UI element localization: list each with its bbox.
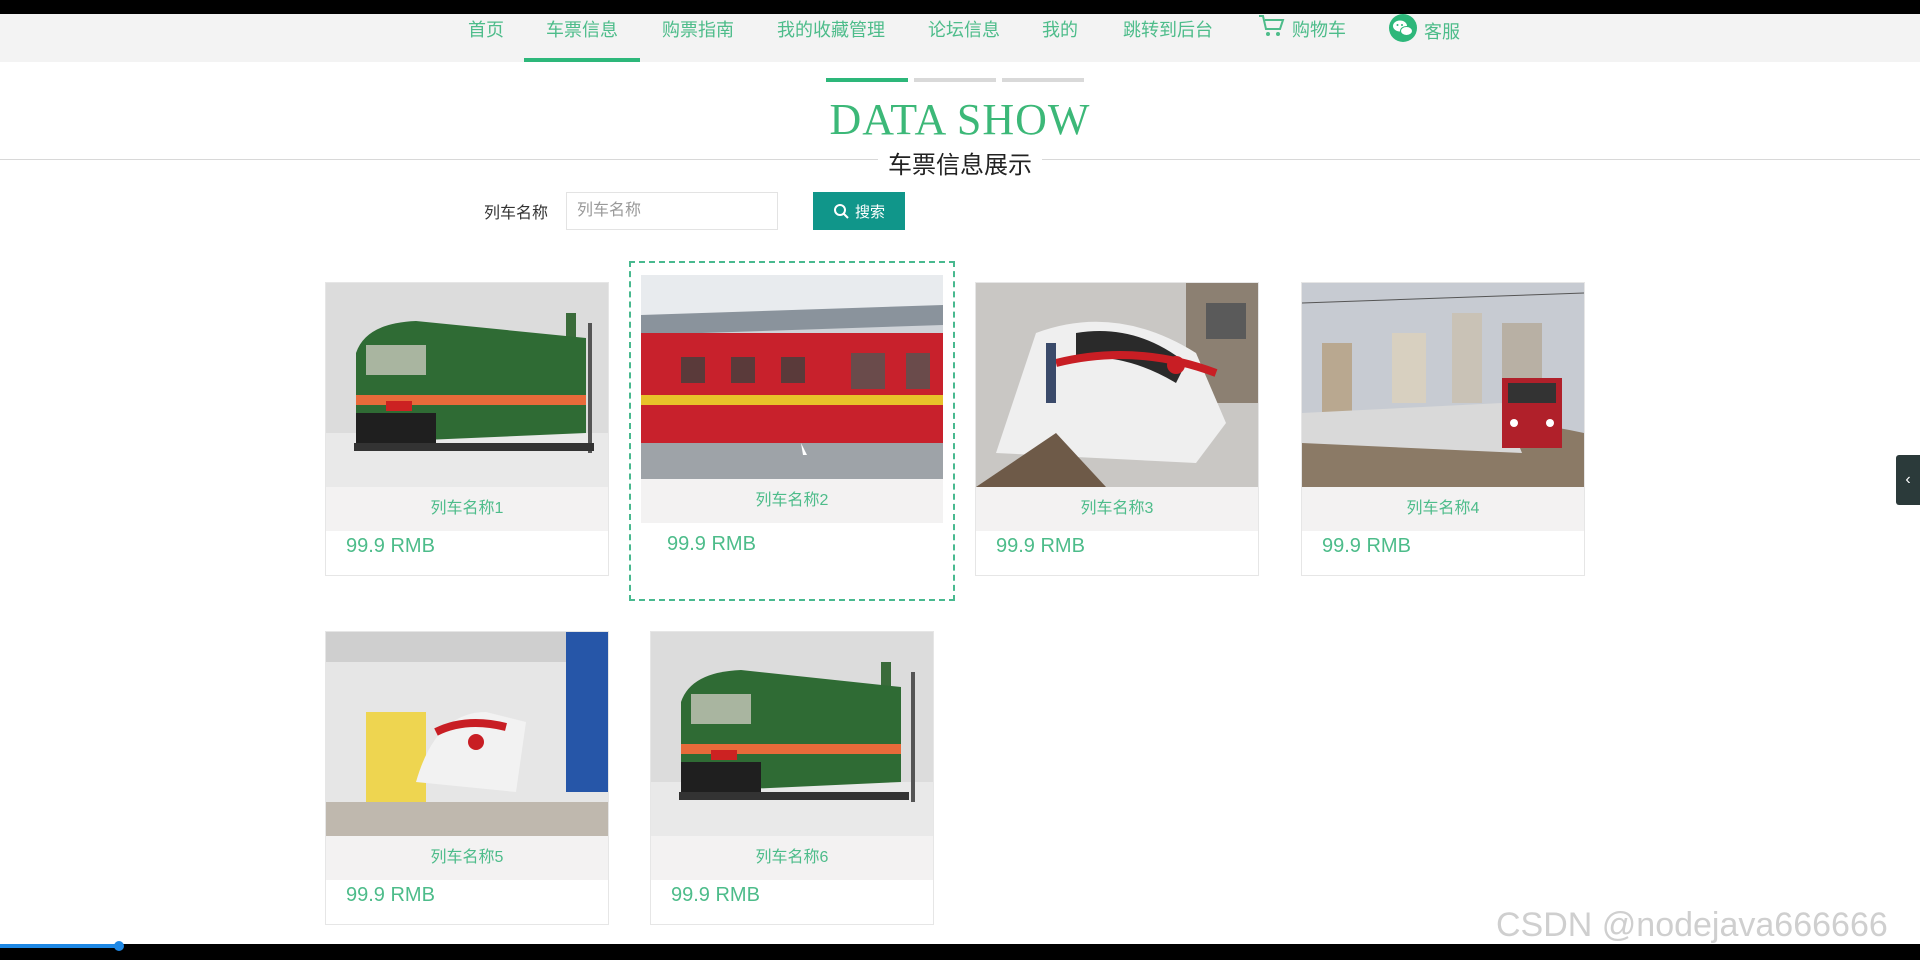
nav-cart-label: 购物车: [1292, 20, 1346, 40]
nav-item-support[interactable]: 客服: [1386, 14, 1462, 62]
train-image: [326, 632, 608, 836]
video-progress-handle[interactable]: [114, 941, 124, 951]
train-image: [1302, 283, 1584, 487]
video-progress-bar[interactable]: [0, 944, 120, 948]
train-image: [976, 283, 1258, 487]
nav-item-forum[interactable]: 论坛信息: [924, 14, 1004, 62]
nav-item-home[interactable]: 首页: [466, 14, 506, 62]
train-price: 99.9 RMB: [671, 884, 760, 906]
ticket-card[interactable]: 列车名称1 99.9 RMB: [325, 282, 609, 576]
search-input[interactable]: [566, 192, 778, 230]
search-button-label: 搜索: [854, 203, 885, 221]
side-panel-toggle[interactable]: ‹: [1896, 455, 1920, 505]
ticket-card[interactable]: 列车名称3 99.9 RMB: [975, 282, 1259, 576]
nav-support-label: 客服: [1424, 21, 1460, 42]
train-image: [326, 283, 608, 487]
ticket-card[interactable]: 列车名称4 99.9 RMB: [1301, 282, 1585, 576]
search-label: 列车名称: [484, 205, 549, 222]
train-price: 99.9 RMB: [1322, 535, 1411, 557]
train-price: 99.9 RMB: [667, 533, 756, 555]
train-price: 99.9 RMB: [346, 884, 435, 906]
nav-item-admin[interactable]: 跳转到后台: [1118, 14, 1218, 62]
nav-item-favorites[interactable]: 我的收藏管理: [773, 14, 889, 62]
carousel-indicator-3[interactable]: [1002, 78, 1084, 82]
ticket-card-hovered[interactable]: 列车名称2 99.9 RMB: [629, 261, 955, 601]
train-image: [641, 275, 943, 479]
nav-item-mine[interactable]: 我的: [1040, 14, 1080, 62]
bottom-black-bar: [0, 944, 1920, 960]
search-button[interactable]: 搜索: [813, 192, 905, 230]
train-price: 99.9 RMB: [346, 535, 435, 557]
train-name: 列车名称1: [326, 487, 608, 531]
train-name: 列车名称2: [641, 479, 943, 523]
ticket-card[interactable]: 列车名称5 99.9 RMB: [325, 631, 609, 925]
wechat-icon: [1388, 14, 1418, 52]
train-name: 列车名称4: [1302, 487, 1584, 531]
section-subtitle-wrap: 车票信息展示: [0, 145, 1920, 180]
section-subtitle: 车票信息展示: [878, 145, 1042, 180]
search-icon: [833, 204, 849, 219]
carousel-indicator-1[interactable]: [826, 78, 908, 82]
carousel-indicator-2[interactable]: [914, 78, 996, 82]
top-nav: 首页 车票信息 购票指南 我的收藏管理 论坛信息 我的 跳转到后台 购物车 客服: [0, 14, 1920, 62]
train-name: 列车名称5: [326, 836, 608, 880]
train-name: 列车名称6: [651, 836, 933, 880]
nav-item-guide[interactable]: 购票指南: [658, 14, 738, 62]
nav-item-cart[interactable]: 购物车: [1252, 14, 1352, 62]
cart-icon: [1258, 14, 1286, 48]
chevron-left-icon: ‹: [1905, 471, 1911, 488]
watermark: CSDN @nodejava666666: [1496, 906, 1888, 944]
nav-item-tickets[interactable]: 车票信息: [524, 14, 640, 62]
top-black-bar: [0, 0, 1920, 14]
train-price: 99.9 RMB: [996, 535, 1085, 557]
train-image: [651, 632, 933, 836]
ticket-card[interactable]: 列车名称6 99.9 RMB: [650, 631, 934, 925]
train-name: 列车名称3: [976, 487, 1258, 531]
section-title: DATA SHOW: [829, 95, 1091, 144]
